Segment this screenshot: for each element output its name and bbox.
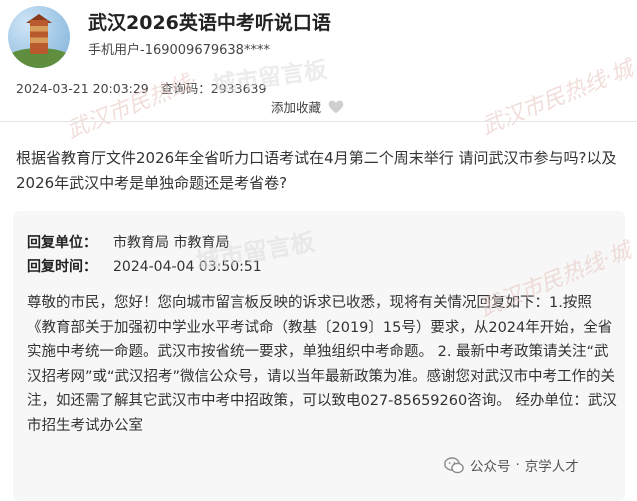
reply-time-value: 2024-04-04 03:50:51 <box>113 259 262 275</box>
reply-unit-value: 市教育局 市教育局 <box>113 235 230 251</box>
wechat-attribution: 公众号 · 京学人才 <box>444 455 579 475</box>
query-code-label: 查询码： <box>160 81 211 96</box>
reply-unit-row: 回复单位： 市教育局 市教育局 <box>27 232 229 252</box>
question-text: 根据省教育厅文件2026年全省听力口语考试在4月第二个周末举行 请问武汉市参与吗… <box>16 149 617 192</box>
page-title: 武汉2026英语中考听说口语 <box>88 12 331 34</box>
query-code: 2933639 <box>210 81 267 96</box>
avatar <box>8 6 70 68</box>
username: 手机用户-169009679638**** <box>88 43 270 58</box>
wechat-icon <box>444 456 464 473</box>
add-favorite-button[interactable]: 添加收藏 <box>271 97 344 116</box>
add-favorite-label: 添加收藏 <box>271 100 322 115</box>
divider <box>0 121 637 122</box>
reply-time-label: 回复时间： <box>27 259 97 275</box>
reply-unit-label: 回复单位： <box>27 235 97 251</box>
post-header: 武汉2026英语中考听说口语 手机用户-169009679638**** 202… <box>0 0 637 115</box>
reply-time-row: 回复时间： 2024-04-04 03:50:51 <box>27 256 262 276</box>
post-meta: 2024-03-21 20:03:29 查询码：2933639 <box>16 78 266 97</box>
heart-icon <box>328 100 344 113</box>
wechat-separator: · <box>515 457 520 473</box>
reply-body: 尊敬的市民，您好！您向城市留言板反映的诉求已收悉，现将有关情况回复如下：1.按照… <box>27 295 617 434</box>
post-date: 2024-03-21 20:03:29 <box>16 81 149 96</box>
wechat-account: 京学人才 <box>524 459 579 475</box>
wechat-label: 公众号 <box>470 459 511 475</box>
